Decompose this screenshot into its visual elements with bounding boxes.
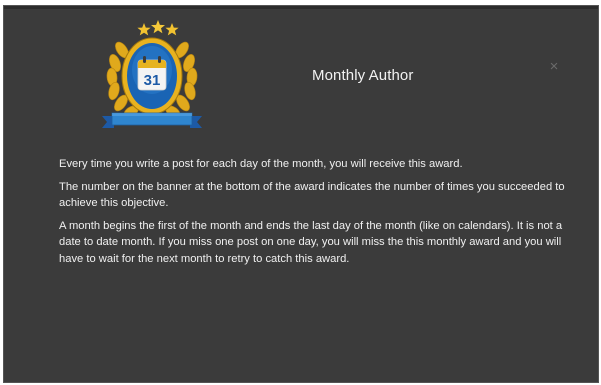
close-icon[interactable]: × xyxy=(547,59,561,74)
page: 31 Monthly Author × Every time you write… xyxy=(0,0,601,385)
dialog-body: Every time you write a post for each day… xyxy=(59,156,569,274)
description-paragraph: The number on the banner at the bottom o… xyxy=(59,180,565,210)
calendar-laurel-badge-icon: 31 xyxy=(102,20,202,128)
star-icon xyxy=(137,23,151,36)
description-paragraph: A month begins the first of the month an… xyxy=(59,219,563,265)
dialog-title: Monthly Author xyxy=(312,67,414,84)
star-icon xyxy=(165,23,179,36)
calendar-day-number: 31 xyxy=(144,72,161,89)
star-icon xyxy=(151,20,165,34)
description-paragraph: Every time you write a post for each day… xyxy=(59,158,463,170)
award-dialog: 31 Monthly Author × Every time you write… xyxy=(3,5,599,383)
award-badge: 31 xyxy=(100,20,204,132)
dialog-top-edge xyxy=(4,6,598,9)
